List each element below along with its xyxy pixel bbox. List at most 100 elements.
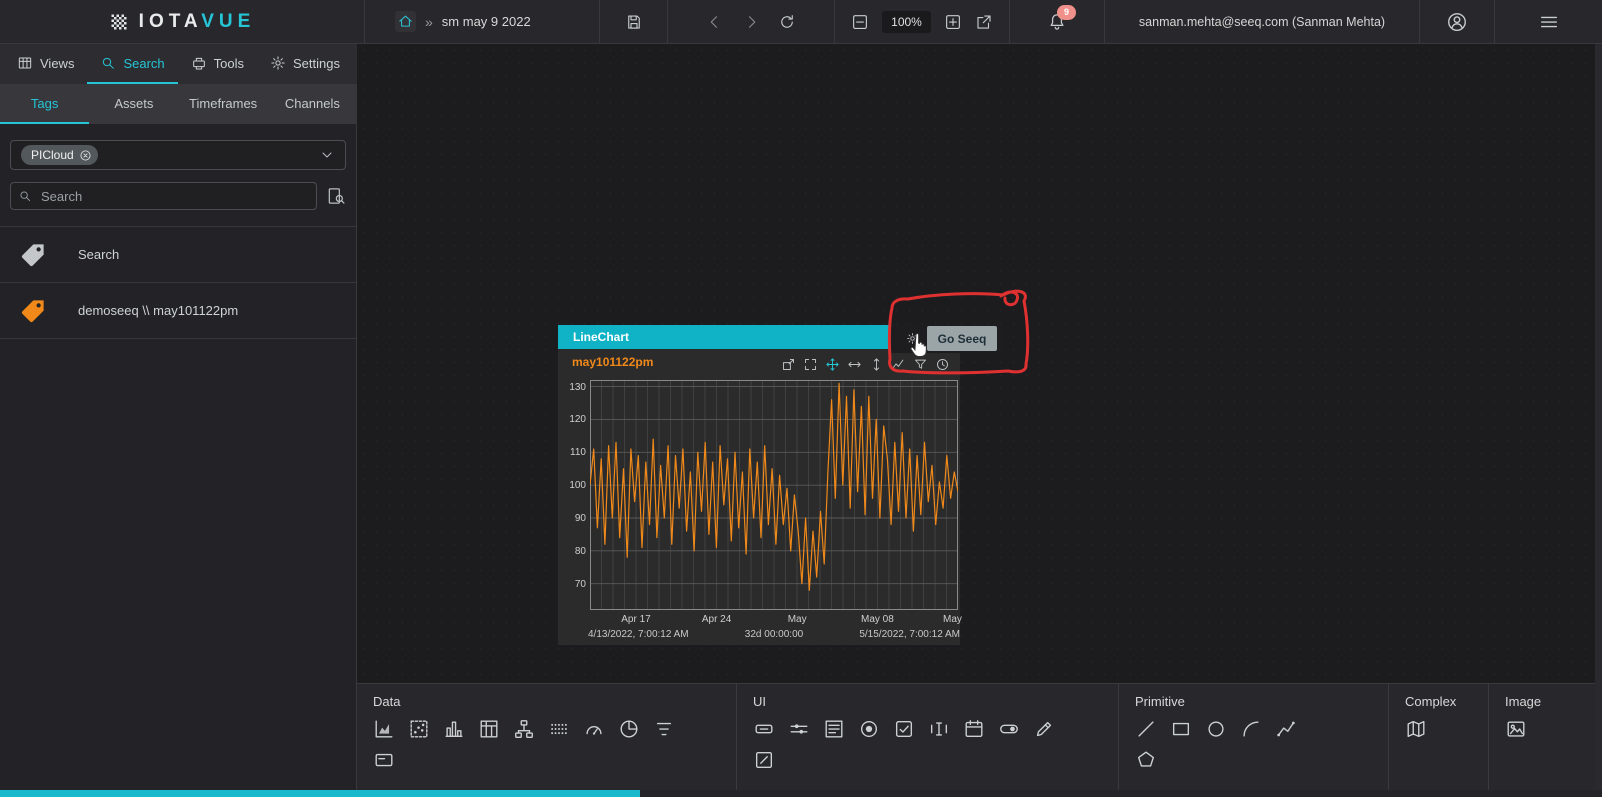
red-annotation — [357, 44, 1602, 683]
save-icon — [625, 13, 643, 31]
open-external-icon — [975, 13, 993, 31]
nav-tab-settings[interactable]: Settings — [257, 44, 353, 84]
app-logo[interactable]: IOTAVUE — [109, 11, 256, 33]
tool-radio-button[interactable] — [858, 718, 880, 740]
history-button[interactable] — [935, 357, 950, 372]
tool-polyline[interactable] — [1275, 718, 1297, 740]
subtab-channels[interactable]: Channels — [268, 84, 357, 124]
trend-button[interactable] — [891, 357, 906, 372]
tag-result-row[interactable]: demoseeq \\ may101122pm — [0, 283, 356, 339]
forward-button[interactable] — [742, 13, 760, 31]
tool-area-chart[interactable] — [373, 718, 395, 740]
tool-gauge[interactable] — [583, 718, 605, 740]
zoom-reset-button[interactable] — [781, 357, 796, 372]
home-button[interactable] — [395, 11, 416, 32]
tool-hierarchy[interactable] — [513, 718, 535, 740]
search-input[interactable] — [10, 182, 317, 210]
go-seeq-popup: Go Seeq — [890, 324, 1004, 353]
tool-toggle-switch[interactable] — [998, 718, 1020, 740]
tool-edit[interactable] — [1033, 718, 1055, 740]
line-chart-plot[interactable] — [590, 380, 958, 610]
gauge-icon — [583, 718, 605, 740]
tool-line[interactable] — [1135, 718, 1157, 740]
slider-icon — [788, 718, 810, 740]
subtab-timeframes[interactable]: Timeframes — [179, 84, 268, 124]
tool-pivot-table[interactable] — [478, 718, 500, 740]
source-dropdown[interactable]: PICloud — [10, 140, 346, 170]
h-resize-button[interactable] — [847, 357, 862, 372]
tool-scatter-plot[interactable] — [408, 718, 430, 740]
tool-polygon[interactable] — [1135, 749, 1157, 771]
y-tick-label: 80 — [560, 546, 586, 557]
pivot-table-icon — [478, 718, 500, 740]
tool-pie-chart[interactable] — [618, 718, 640, 740]
widget-settings-icon[interactable] — [906, 332, 919, 345]
x-tick-label: May 08 — [861, 614, 894, 625]
zoom-out-button[interactable] — [851, 13, 869, 31]
nav-tab-label: Settings — [293, 56, 340, 71]
horizontal-scrollbar[interactable] — [0, 790, 1602, 797]
fullscreen-icon — [803, 357, 818, 372]
tool-card[interactable] — [373, 749, 395, 771]
tool-text-block[interactable] — [823, 718, 845, 740]
user-email: sanman.mehta@seeq.com (Sanman Mehta) — [1105, 0, 1420, 43]
subtab-assets[interactable]: Assets — [89, 84, 178, 124]
v-resize-button[interactable] — [869, 357, 884, 372]
open-external-button[interactable] — [975, 13, 993, 31]
refresh-button[interactable] — [778, 13, 796, 31]
go-seeq-button[interactable]: Go Seeq — [927, 326, 997, 351]
back-button[interactable] — [706, 13, 724, 31]
scatter-plot-icon — [408, 718, 430, 740]
tool-slider[interactable] — [788, 718, 810, 740]
advanced-search-button[interactable] — [326, 186, 346, 206]
filter-chip-picloud[interactable]: PICloud — [21, 145, 98, 165]
tool-bar-chart[interactable] — [443, 718, 465, 740]
breadcrumb-separator: » — [425, 14, 433, 30]
fullscreen-button[interactable] — [803, 357, 818, 372]
chip-remove-icon[interactable] — [79, 149, 92, 162]
tool-button[interactable] — [753, 718, 775, 740]
widget-title-bar[interactable]: LineChart — [558, 325, 890, 349]
nav-tab-views[interactable]: Views — [4, 44, 87, 84]
range-duration: 32d 00:00:00 — [745, 629, 803, 640]
tool-input-field[interactable] — [928, 718, 950, 740]
subtab-label: Tags — [31, 96, 58, 111]
tool-rectangle[interactable] — [1170, 718, 1192, 740]
tool-arc[interactable] — [1240, 718, 1262, 740]
horizontal-scrollbar-thumb[interactable] — [0, 790, 640, 797]
line-chart-widget[interactable]: may101122pm 130120110100908070 Apr 17Apr… — [558, 349, 960, 645]
tool-map[interactable] — [1405, 718, 1427, 740]
logo-pattern-icon — [109, 12, 129, 32]
tool-funnel-chart[interactable] — [653, 718, 675, 740]
history-icon — [935, 357, 950, 372]
x-tick-label: Apr 24 — [702, 614, 731, 625]
design-canvas[interactable]: LineChart may101122pm 130120110100908070… — [357, 44, 1602, 683]
toolbox-section-ui: UI — [737, 684, 1119, 790]
tool-dot-matrix[interactable] — [548, 718, 570, 740]
tool-calendar[interactable] — [963, 718, 985, 740]
menu-button[interactable] — [1495, 0, 1602, 43]
account-button[interactable] — [1420, 0, 1495, 43]
zoom-in-button[interactable] — [944, 13, 962, 31]
tag-result-row[interactable]: Search — [0, 227, 356, 283]
tool-ellipse[interactable] — [1205, 718, 1227, 740]
tool-checkbox[interactable] — [893, 718, 915, 740]
save-button[interactable] — [600, 0, 668, 43]
funnel-button[interactable] — [913, 357, 928, 372]
pan-button[interactable] — [825, 357, 840, 372]
zoom-level: 100% — [882, 11, 931, 33]
minus-box-icon — [851, 13, 869, 31]
tag-icon-wrap — [18, 240, 48, 270]
edit-box-icon — [753, 749, 775, 771]
app-title: IOTAVUE — [139, 11, 256, 33]
subtab-tags[interactable]: Tags — [0, 84, 89, 124]
notifications-button[interactable]: 9 — [1010, 0, 1105, 43]
vertical-scrollbar[interactable] — [1595, 44, 1602, 790]
nav-tab-tools[interactable]: Tools — [178, 44, 257, 84]
tool-image[interactable] — [1505, 718, 1527, 740]
image-icon — [1505, 718, 1527, 740]
nav-tab-search[interactable]: Search — [87, 44, 177, 84]
subtab-label: Timeframes — [189, 96, 257, 111]
tool-edit-box[interactable] — [753, 749, 775, 771]
chevron-down-icon[interactable] — [319, 147, 335, 163]
